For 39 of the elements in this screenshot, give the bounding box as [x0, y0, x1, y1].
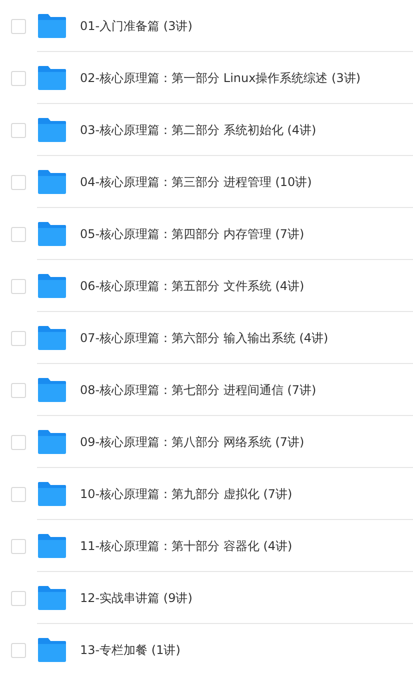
- checkbox[interactable]: [11, 486, 26, 502]
- folder-title[interactable]: 06-核心原理篇：第五部分 文件系统 (4讲): [80, 278, 304, 294]
- folder-title[interactable]: 10-核心原理篇：第九部分 虚拟化 (7讲): [80, 486, 292, 502]
- checkbox[interactable]: [11, 278, 26, 294]
- folder-title[interactable]: 02-核心原理篇：第一部分 Linux操作系统综述 (3讲): [80, 70, 361, 86]
- folder-icon: [38, 482, 66, 506]
- checkbox[interactable]: [11, 226, 26, 242]
- folder-title[interactable]: 05-核心原理篇：第四部分 内存管理 (7讲): [80, 226, 304, 242]
- checkbox[interactable]: [11, 538, 26, 554]
- folder-title[interactable]: 03-核心原理篇：第二部分 系统初始化 (4讲): [80, 122, 316, 138]
- folder-title[interactable]: 08-核心原理篇：第七部分 进程间通信 (7讲): [80, 382, 316, 398]
- folder-icon: [38, 14, 66, 38]
- checkbox[interactable]: [11, 330, 26, 346]
- folder-icon: [38, 638, 66, 662]
- folder-icon: [38, 534, 66, 558]
- checkbox[interactable]: [11, 434, 26, 450]
- folder-icon: [38, 222, 66, 246]
- folder-icon: [38, 586, 66, 610]
- folder-title[interactable]: 11-核心原理篇：第十部分 容器化 (4讲): [80, 538, 292, 554]
- folder-icon: [38, 378, 66, 402]
- folder-title[interactable]: 12-实战串讲篇 (9讲): [80, 590, 192, 606]
- folder-title[interactable]: 13-专栏加餐 (1讲): [80, 642, 180, 658]
- checkbox[interactable]: [11, 70, 26, 86]
- checkbox[interactable]: [11, 18, 26, 34]
- folder-title[interactable]: 04-核心原理篇：第三部分 进程管理 (10讲): [80, 174, 312, 190]
- checkbox[interactable]: [11, 590, 26, 606]
- folder-title[interactable]: 07-核心原理篇：第六部分 输入输出系统 (4讲): [80, 330, 328, 346]
- folder-icon: [38, 326, 66, 350]
- folder-icon: [38, 66, 66, 90]
- folder-icon: [38, 170, 66, 194]
- folder-icon: [38, 118, 66, 142]
- folder-icon: [38, 430, 66, 454]
- folder-title[interactable]: 01-入门准备篇 (3讲): [80, 18, 192, 34]
- checkbox[interactable]: [11, 382, 26, 398]
- checkbox[interactable]: [11, 174, 26, 190]
- folder-title[interactable]: 09-核心原理篇：第八部分 网络系统 (7讲): [80, 434, 304, 450]
- checkbox[interactable]: [11, 122, 26, 138]
- folder-icon: [38, 274, 66, 298]
- checkbox[interactable]: [11, 642, 26, 658]
